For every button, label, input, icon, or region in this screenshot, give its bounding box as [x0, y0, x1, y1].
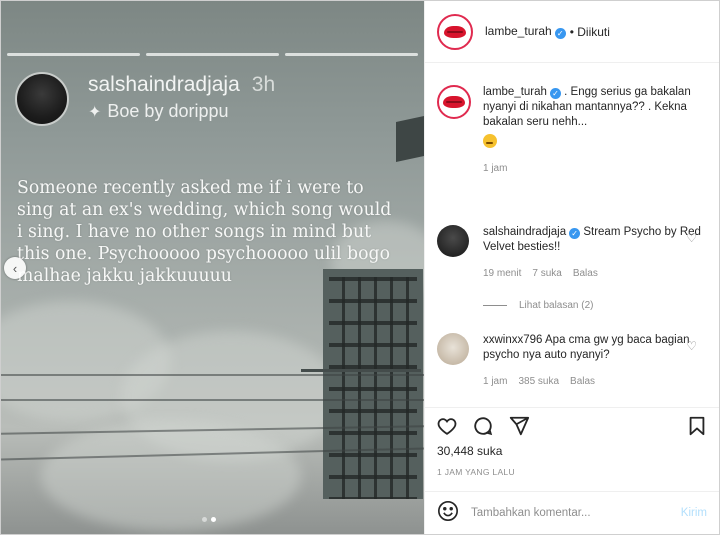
comment-like-heart-icon[interactable]: ♡: [686, 231, 697, 245]
verified-badge-icon: ✓: [549, 88, 561, 99]
caption: lambe_turah ✓ . Engg serius ga bakalan ny…: [437, 85, 711, 174]
avatar[interactable]: [437, 225, 469, 257]
post-media[interactable]: salshaindradjaja 3h ✦ Boe by dorippu Some…: [1, 1, 424, 534]
comment-meta: 19 menit 7 suka Balas: [483, 268, 711, 279]
reply-button[interactable]: Balas: [570, 376, 595, 387]
header-username-text[interactable]: lambe_turah: [485, 24, 552, 38]
story-music-text: Boe by dorippu: [107, 101, 229, 121]
story-text: Someone recently asked me if i were to s…: [17, 178, 392, 286]
sparkle-icon: ✦: [88, 103, 102, 121]
story-time: 3h: [251, 73, 276, 96]
replies-divider: [483, 305, 507, 306]
story-progress-bars: [7, 53, 418, 56]
post-comment-button[interactable]: Kirim: [681, 507, 707, 519]
bookmark-icon[interactable]: [685, 414, 709, 438]
power-line: [1, 374, 424, 376]
comment-like-heart-icon[interactable]: ♡: [686, 339, 697, 353]
comment-username[interactable]: salshaindradjaja: [483, 226, 566, 238]
reply-button[interactable]: Balas: [573, 268, 598, 279]
story-username-text: salshaindradjaja: [88, 73, 240, 96]
story-username: salshaindradjaja 3h: [88, 73, 275, 97]
prev-arrow-icon[interactable]: ‹: [4, 257, 26, 279]
avatar[interactable]: [437, 333, 469, 365]
story-music: ✦ Boe by dorippu: [88, 101, 229, 122]
comment-body: salshaindradjaja ✓ Stream Psycho by Red V…: [483, 225, 711, 255]
comment-item: salshaindradjaja ✓ Stream Psycho by Red V…: [437, 225, 711, 279]
view-replies-button[interactable]: Lihat balasan (2): [483, 300, 594, 311]
verified-badge-icon: ✓: [554, 28, 566, 39]
comment-likes[interactable]: 7 suka: [532, 268, 561, 279]
post-header: lambe_turah ✓ • Diikuti: [425, 1, 719, 63]
verified-badge-icon: ✓: [569, 228, 581, 239]
comment-input[interactable]: [471, 507, 661, 519]
view-replies-label[interactable]: Lihat balasan (2): [519, 300, 594, 311]
comment-meta: 1 jam 385 suka Balas: [483, 376, 711, 387]
story-progress-bar: [285, 53, 418, 56]
avatar[interactable]: [437, 13, 473, 50]
crane-shape: [396, 116, 424, 162]
building-shape: [323, 269, 423, 499]
avatar[interactable]: [437, 85, 471, 119]
carousel-dot: [202, 517, 207, 522]
share-icon[interactable]: [507, 414, 531, 438]
emoji-icon[interactable]: [437, 500, 459, 527]
caption-meta: 1 jam: [483, 163, 711, 174]
caption-username[interactable]: lambe_turah: [483, 86, 547, 98]
comments-list[interactable]: lambe_turah ✓ . Engg serius ga bakalan ny…: [425, 63, 719, 401]
lips-logo-icon: [444, 25, 466, 38]
comment-time[interactable]: 19 menit: [483, 268, 521, 279]
follow-status[interactable]: • Diikuti: [570, 25, 610, 39]
thinking-face-icon: [483, 134, 497, 148]
comment-icon[interactable]: [471, 414, 495, 438]
comment-time[interactable]: 1 jam: [483, 376, 507, 387]
power-line: [1, 399, 424, 401]
caption-body: lambe_turah ✓ . Engg serius ga bakalan ny…: [483, 85, 711, 153]
comment-body: xxwinxx796 Apa cma gw yg baca bagian psy…: [483, 333, 711, 363]
comment-likes[interactable]: 385 suka: [518, 376, 559, 387]
caption-time[interactable]: 1 jam: [483, 163, 507, 174]
lips-logo-icon: [443, 96, 465, 108]
carousel-dots: [202, 517, 216, 522]
pole-shape: [301, 369, 421, 372]
story-avatar: [15, 72, 69, 126]
story-progress-bar: [7, 53, 140, 56]
post-date[interactable]: 1 JAM YANG LALU: [437, 467, 515, 477]
cloud: [41, 421, 301, 531]
action-bar: [425, 407, 719, 441]
carousel-dot-active: [211, 517, 216, 522]
likes-count[interactable]: 30,448 suka: [437, 444, 502, 458]
post-side-panel: lambe_turah ✓ • Diikuti lambe_turah ✓ . En…: [424, 1, 719, 534]
instagram-post-window: salshaindradjaja 3h ✦ Boe by dorippu Some…: [0, 0, 720, 535]
header-username[interactable]: lambe_turah ✓: [485, 24, 566, 39]
comment-item: xxwinxx796 Apa cma gw yg baca bagian psy…: [437, 333, 711, 387]
heart-icon[interactable]: [435, 414, 459, 438]
add-comment-bar: Kirim: [425, 491, 719, 534]
story-progress-bar: [146, 53, 279, 56]
comment-username[interactable]: xxwinxx796: [483, 334, 542, 346]
